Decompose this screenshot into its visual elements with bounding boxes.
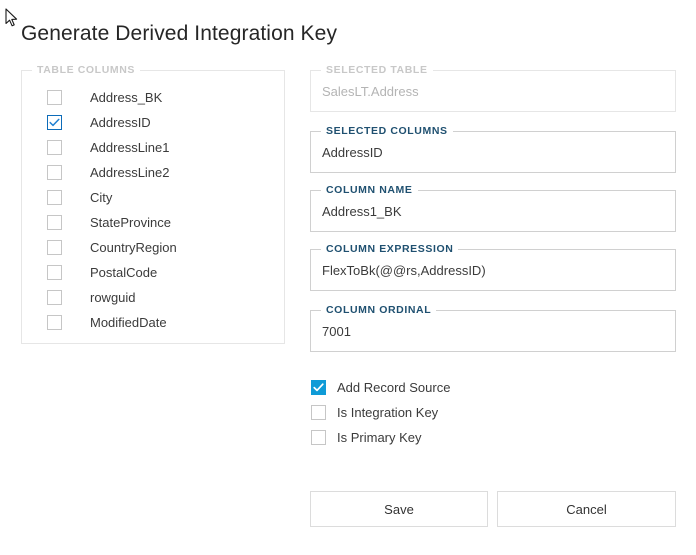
table-column-row[interactable]: rowguid [22,285,284,310]
options-group: Add Record Source Is Integration Key Is … [311,375,450,450]
table-column-checkbox[interactable] [47,165,62,180]
table-column-checkbox[interactable] [47,115,62,130]
is-primary-key-checkbox[interactable] [311,430,326,445]
save-button[interactable]: Save [310,491,488,527]
table-column-row[interactable]: AddressID [22,110,284,135]
column-ordinal-legend: COLUMN ORDINAL [321,304,437,316]
column-name-legend: COLUMN NAME [321,184,418,196]
table-column-row[interactable]: StateProvince [22,210,284,235]
selected-columns-value[interactable]: AddressID [322,145,383,160]
column-name-value[interactable]: Address1_BK [322,204,402,219]
table-column-label: StateProvince [90,215,171,230]
table-column-label: CountryRegion [90,240,177,255]
table-column-checkbox[interactable] [47,90,62,105]
table-column-row[interactable]: PostalCode [22,260,284,285]
checkmark-icon [49,118,60,127]
table-column-row[interactable]: City [22,185,284,210]
table-column-label: AddressLine1 [90,140,170,155]
is-integration-key-label: Is Integration Key [337,405,439,420]
is-integration-key-checkbox[interactable] [311,405,326,420]
selected-table-value: SalesLT.Address [322,84,419,99]
option-add-record-source[interactable]: Add Record Source [311,375,450,400]
mouse-cursor [5,8,19,28]
column-name-field[interactable]: COLUMN NAME Address1_BK [310,184,676,232]
table-column-checkbox[interactable] [47,265,62,280]
option-is-integration-key[interactable]: Is Integration Key [311,400,450,425]
table-column-checkbox[interactable] [47,240,62,255]
column-expression-value[interactable]: FlexToBk(@@rs,AddressID) [322,263,486,278]
table-column-row[interactable]: AddressLine1 [22,135,284,160]
table-column-label: Address_BK [90,90,163,105]
add-record-source-checkbox[interactable] [311,380,326,395]
table-column-checkbox[interactable] [47,315,62,330]
table-column-checkbox[interactable] [47,140,62,155]
table-column-checkbox[interactable] [47,215,62,230]
checkmark-icon [313,383,324,392]
table-column-checkbox[interactable] [47,190,62,205]
selected-columns-legend: SELECTED COLUMNS [321,125,453,137]
table-columns-panel: TABLE COLUMNS Address_BK AddressID Addre… [21,64,285,344]
table-column-label: AddressLine2 [90,165,170,180]
column-ordinal-field[interactable]: COLUMN ORDINAL 7001 [310,304,676,352]
table-column-row[interactable]: ModifiedDate [22,310,284,335]
table-column-label: rowguid [90,290,136,305]
table-columns-legend: TABLE COLUMNS [32,64,141,76]
selected-columns-field[interactable]: SELECTED COLUMNS AddressID [310,125,676,173]
cancel-button[interactable]: Cancel [497,491,676,527]
table-column-checkbox[interactable] [47,290,62,305]
selected-table-legend: SELECTED TABLE [321,64,433,76]
add-record-source-label: Add Record Source [337,380,451,395]
table-column-label: PostalCode [90,265,158,280]
table-column-row[interactable]: Address_BK [22,85,284,110]
is-primary-key-label: Is Primary Key [337,430,422,445]
table-column-label: AddressID [90,115,151,130]
page-title: Generate Derived Integration Key [21,22,338,45]
column-expression-legend: COLUMN EXPRESSION [321,243,459,255]
table-columns-list: Address_BK AddressID AddressLine1 Addres… [22,85,284,335]
selected-table-field: SELECTED TABLE SalesLT.Address [310,64,676,112]
column-expression-field[interactable]: COLUMN EXPRESSION FlexToBk(@@rs,AddressI… [310,243,676,291]
column-ordinal-value[interactable]: 7001 [322,324,351,339]
table-column-label: ModifiedDate [90,315,167,330]
table-column-label: City [90,190,113,205]
table-column-row[interactable]: AddressLine2 [22,160,284,185]
option-is-primary-key[interactable]: Is Primary Key [311,425,450,450]
table-column-row[interactable]: CountryRegion [22,235,284,260]
